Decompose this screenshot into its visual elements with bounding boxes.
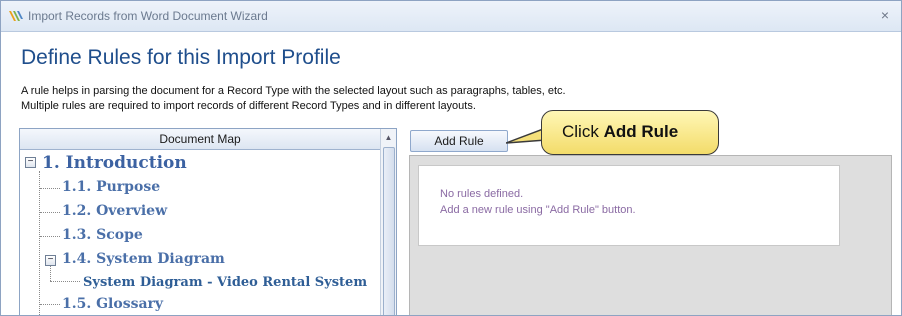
- callout-emphasis: Add Rule: [603, 122, 679, 141]
- page-title: Define Rules for this Import Profile: [21, 46, 341, 69]
- tree-connector: [40, 304, 60, 305]
- tree-connector: [50, 281, 80, 282]
- no-rules-message: No rules defined.: [440, 188, 524, 200]
- description-line-2: Multiple rules are required to import re…: [21, 100, 476, 112]
- tree-node-overview[interactable]: 1.2. Overview: [62, 203, 167, 219]
- tree-connector: [40, 236, 60, 237]
- document-map-scrollbar[interactable]: ▲: [380, 129, 396, 315]
- tree-node-glossary[interactable]: 1.5. Glossary: [62, 296, 163, 312]
- tree-connector: [40, 188, 60, 189]
- wizard-window: Import Records from Word Document Wizard…: [0, 0, 902, 316]
- add-rule-button[interactable]: Add Rule: [410, 130, 508, 152]
- tree-connector: [39, 171, 40, 315]
- description-line-1: A rule helps in parsing the document for…: [21, 85, 566, 97]
- rules-panel: No rules defined. Add a new rule using "…: [409, 155, 892, 315]
- title-bar: Import Records from Word Document Wizard…: [1, 1, 901, 32]
- callout-pointer: [506, 127, 546, 144]
- window-title: Import Records from Word Document Wizard: [28, 9, 268, 23]
- tree-connector: [50, 265, 51, 281]
- callout-prefix: Click: [562, 122, 604, 141]
- tree-node-video-rental-system[interactable]: System Diagram - Video Rental System: [83, 275, 367, 290]
- app-logo-icon: [9, 11, 23, 21]
- document-map-panel: Document Map − 1. Introduction 1.1. Purp…: [19, 128, 397, 315]
- close-icon[interactable]: ×: [877, 6, 893, 24]
- collapse-toggle-icon[interactable]: −: [25, 157, 36, 168]
- tree-node-introduction[interactable]: 1. Introduction: [42, 153, 187, 173]
- scrollbar-thumb[interactable]: [383, 147, 395, 315]
- rules-empty-state: No rules defined. Add a new rule using "…: [418, 165, 840, 246]
- callout-text: Click Add Rule: [562, 122, 678, 142]
- scroll-up-arrow-icon[interactable]: ▲: [381, 131, 396, 144]
- tree-node-system-diagram[interactable]: 1.4. System Diagram: [62, 251, 225, 267]
- document-map-header: Document Map: [20, 129, 380, 150]
- tree-node-purpose[interactable]: 1.1. Purpose: [62, 179, 160, 195]
- collapse-toggle-icon[interactable]: −: [45, 255, 56, 266]
- add-rule-hint: Add a new rule using "Add Rule" button.: [440, 204, 636, 216]
- instruction-callout: Click Add Rule: [541, 110, 719, 155]
- tree-connector: [40, 212, 60, 213]
- tree-node-scope[interactable]: 1.3. Scope: [62, 227, 143, 243]
